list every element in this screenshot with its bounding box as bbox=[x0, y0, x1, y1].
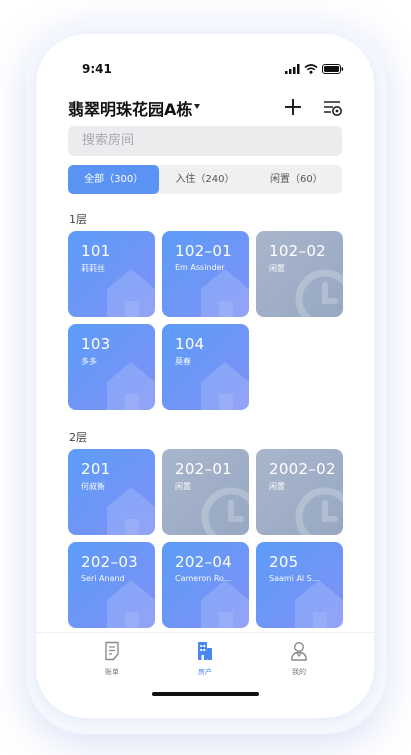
room-occupant: 多多 bbox=[81, 357, 97, 366]
room-card[interactable]: 101 莉莉丝 bbox=[68, 231, 155, 317]
page-title[interactable]: 翡翠明珠花园A栋 bbox=[68, 96, 192, 120]
room-number: 101 bbox=[81, 242, 111, 260]
signal-icon bbox=[285, 64, 300, 74]
status-tabs: 全部（300） 入住（240） 闲置（60） bbox=[68, 165, 342, 194]
bottom-tab-bar: 账单 房产 我的 bbox=[36, 632, 374, 681]
room-occupant: Saami Al S... bbox=[269, 574, 320, 583]
wifi-icon bbox=[304, 64, 318, 74]
building-icon bbox=[198, 642, 212, 660]
room-occupant: 闲置 bbox=[269, 482, 285, 491]
house-icon bbox=[195, 356, 249, 410]
tab-label: 账单 bbox=[105, 668, 119, 676]
header: 翡翠明珠花园A栋 bbox=[68, 96, 348, 120]
room-number: 2002–02 bbox=[269, 460, 336, 478]
filter-settings-icon[interactable] bbox=[322, 98, 344, 120]
floor-heading: 2层 bbox=[69, 431, 87, 444]
tab-all[interactable]: 全部（300） bbox=[68, 165, 160, 194]
tab-bills[interactable]: 账单 bbox=[92, 641, 132, 677]
room-card[interactable]: 102–02 闲置 bbox=[256, 231, 343, 317]
floor-heading: 1层 bbox=[69, 213, 87, 226]
status-time: 9:41 bbox=[82, 62, 112, 76]
room-card[interactable]: 104 莫春 bbox=[162, 324, 249, 410]
clock-icon bbox=[289, 481, 343, 535]
bill-icon bbox=[105, 641, 119, 661]
room-card[interactable]: 2002–02 闲置 bbox=[256, 449, 343, 535]
tab-profile[interactable]: 我的 bbox=[279, 641, 319, 677]
room-card[interactable]: 202–04 Cameron Ro... bbox=[162, 542, 249, 628]
room-occupant: 莫春 bbox=[175, 357, 191, 366]
room-card[interactable]: 103 多多 bbox=[68, 324, 155, 410]
room-card[interactable]: 205 Saami Al S... bbox=[256, 542, 343, 628]
status-bar: 9:41 bbox=[36, 62, 374, 78]
phone-screen: 9:41 翡翠明珠花园A栋 搜索房间 全部（300） 入住（240） 闲置（60… bbox=[36, 34, 374, 718]
room-card[interactable]: 202–01 闲置 bbox=[162, 449, 249, 535]
clock-icon bbox=[289, 263, 343, 317]
add-icon[interactable] bbox=[282, 96, 304, 118]
house-icon bbox=[101, 263, 155, 317]
room-occupant: 闲置 bbox=[269, 264, 285, 273]
room-number: 202–03 bbox=[81, 553, 139, 571]
room-occupant: Em Assinder bbox=[175, 263, 225, 272]
tab-label: 我的 bbox=[292, 668, 306, 676]
room-card[interactable]: 202–03 Seri Anand bbox=[68, 542, 155, 628]
room-card[interactable]: 102–01 Em Assinder bbox=[162, 231, 249, 317]
tab-label: 房产 bbox=[198, 668, 212, 676]
battery-icon bbox=[322, 64, 344, 74]
room-number: 104 bbox=[175, 335, 205, 353]
search-input[interactable]: 搜索房间 bbox=[68, 126, 342, 156]
house-icon bbox=[101, 481, 155, 535]
room-number: 205 bbox=[269, 553, 299, 571]
room-occupant: 闲置 bbox=[175, 482, 191, 491]
room-number: 103 bbox=[81, 335, 111, 353]
tab-property[interactable]: 房产 bbox=[185, 641, 225, 677]
room-number: 202–04 bbox=[175, 553, 233, 571]
tab-vacant[interactable]: 闲置（60） bbox=[251, 165, 342, 194]
house-icon bbox=[101, 356, 155, 410]
room-number: 102–02 bbox=[269, 242, 327, 260]
room-occupant: 莉莉丝 bbox=[81, 264, 105, 273]
dropdown-caret-icon[interactable] bbox=[194, 104, 200, 109]
room-number: 102–01 bbox=[175, 242, 233, 260]
clock-icon bbox=[195, 481, 249, 535]
room-number: 201 bbox=[81, 460, 111, 478]
home-indicator[interactable] bbox=[152, 692, 259, 696]
room-number: 202–01 bbox=[175, 460, 233, 478]
tab-occupied[interactable]: 入住（240） bbox=[159, 165, 250, 194]
room-card[interactable]: 201 何叔衡 bbox=[68, 449, 155, 535]
room-occupant: 何叔衡 bbox=[81, 482, 105, 491]
profile-icon bbox=[291, 641, 307, 661]
room-occupant: Cameron Ro... bbox=[175, 574, 232, 583]
room-occupant: Seri Anand bbox=[81, 574, 125, 583]
